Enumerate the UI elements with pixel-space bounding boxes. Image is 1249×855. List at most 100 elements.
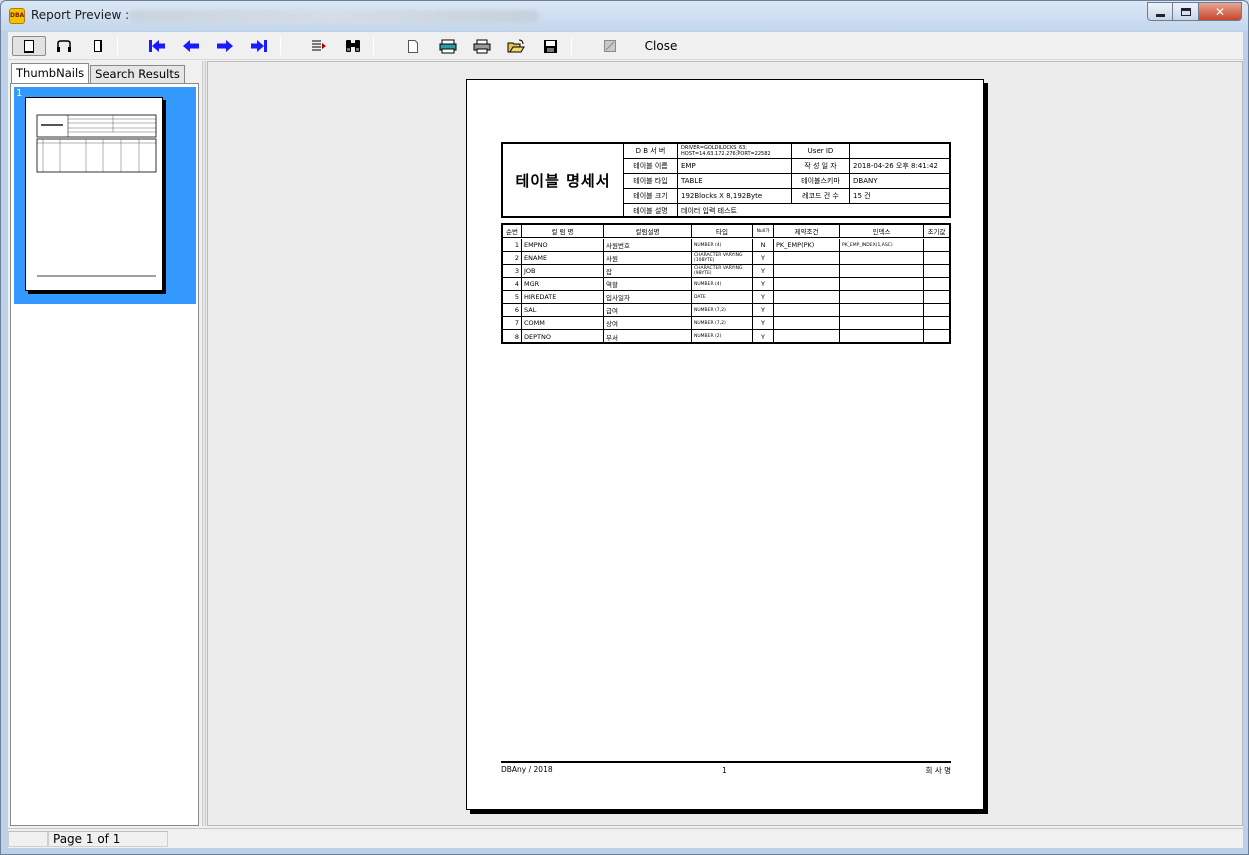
new-page-button[interactable] xyxy=(401,36,425,56)
table-cell-constraint xyxy=(774,291,840,303)
table-header-row: 순번 컬 럼 명 컬럼설명 타입 Null가 제약조건 인덱스 초기값 xyxy=(503,225,949,238)
two-page-button[interactable] xyxy=(52,36,76,56)
page-width-icon xyxy=(94,40,102,52)
header-value: 15 건 xyxy=(853,192,871,200)
single-page-button[interactable] xyxy=(12,36,46,56)
page-setup-button[interactable] xyxy=(436,36,460,56)
report-page: 테이블 명세서 D B 서 버 DRIVER=GOLDILOCKS_63; HO… xyxy=(466,79,984,810)
table-cell-type: CHARACTER VARYING (9BYTE) xyxy=(692,265,753,277)
tab-search-results[interactable]: Search Results xyxy=(90,65,185,83)
table-row: 3 JOB 잡 CHARACTER VARYING (9BYTE) Y xyxy=(503,265,949,278)
thumbnail-panel: ThumbNails Search Results 1 xyxy=(8,61,201,826)
previous-page-icon xyxy=(183,40,199,52)
report-header-table: 테이블 명세서 D B 서 버 DRIVER=GOLDILOCKS_63; HO… xyxy=(501,142,951,218)
table-cell-no: 4 xyxy=(503,278,522,290)
window-controls: ✕ xyxy=(1147,2,1242,21)
table-cell-default xyxy=(924,291,949,303)
panel-splitter[interactable] xyxy=(202,61,206,826)
table-cell-index xyxy=(840,252,924,264)
table-cell-desc: 역할 xyxy=(604,278,692,290)
print-icon xyxy=(473,39,491,53)
table-cell-index xyxy=(840,317,924,329)
minimize-button[interactable] xyxy=(1147,2,1173,21)
disabled-icon xyxy=(604,40,616,52)
find-icon xyxy=(346,40,360,52)
table-cell-no: 6 xyxy=(503,304,522,316)
table-cell-no: 7 xyxy=(503,317,522,329)
thumbnail-list[interactable]: 1 xyxy=(10,83,199,826)
find-button[interactable] xyxy=(341,36,365,56)
table-cell-type: NUMBER (7,2) xyxy=(692,317,753,329)
table-row: 1 EMPNO 사원번호 NUMBER (4) N PK_EMP(PK) PK_EMP_IN… xyxy=(503,239,949,252)
header-value: 2018-04-26 오후 8:41:42 xyxy=(853,162,938,170)
go-to-page-button[interactable] xyxy=(307,36,331,56)
table-cell-name: ENAME xyxy=(522,252,604,264)
preview-area[interactable]: 테이블 명세서 D B 서 버 DRIVER=GOLDILOCKS_63; HO… xyxy=(207,61,1243,826)
title-bar[interactable]: DBA Report Preview : ✕ xyxy=(1,1,1248,31)
table-cell-null: Y xyxy=(753,265,774,277)
table-cell-default xyxy=(924,252,949,264)
table-cell-null: Y xyxy=(753,330,774,343)
table-cell-name: SAL xyxy=(522,304,604,316)
footer-rule xyxy=(501,761,951,763)
table-cell-desc: 입사일자 xyxy=(604,291,692,303)
thumbnail-item[interactable]: 1 xyxy=(14,87,196,304)
table-cell-null: Y xyxy=(753,317,774,329)
header-label: 테이블 이름 xyxy=(624,159,678,173)
table-cell-default xyxy=(924,317,949,329)
first-page-button[interactable] xyxy=(145,36,169,56)
disabled-button[interactable] xyxy=(598,36,622,56)
tab-thumbnails[interactable]: ThumbNails xyxy=(11,63,90,83)
table-cell-desc: 부서 xyxy=(604,330,692,343)
table-cell-no: 1 xyxy=(503,239,522,251)
toolbar-separator xyxy=(280,37,281,55)
thumbnail-page-number: 1 xyxy=(16,88,23,99)
page-setup-icon xyxy=(439,39,457,53)
table-cell-name: HIREDATE xyxy=(522,291,604,303)
maximize-button[interactable] xyxy=(1173,2,1199,21)
open-icon xyxy=(507,39,525,52)
table-cell-no: 5 xyxy=(503,291,522,303)
table-row: 5 HIREDATE 입사일자 DATE Y xyxy=(503,291,949,304)
page-indicator: Page 1 of 1 xyxy=(53,832,121,846)
header-label: User ID xyxy=(792,144,850,158)
table-row: 8 DEPTNO 부서 NUMBER (2) Y xyxy=(503,330,949,343)
close-report-button[interactable]: Close xyxy=(641,36,681,56)
table-cell-index: PK_EMP_INDEX(1,ASC) xyxy=(840,239,924,251)
table-row: 6 SAL 급여 NUMBER (7,2) Y xyxy=(503,304,949,317)
table-row: 4 MGR 역할 NUMBER (4) Y xyxy=(503,278,949,291)
table-cell-name: EMPNO xyxy=(522,239,604,251)
two-page-icon xyxy=(57,40,71,52)
next-page-button[interactable] xyxy=(213,36,237,56)
save-button[interactable] xyxy=(538,36,562,56)
footer-page-number: 1 xyxy=(722,766,727,775)
window-title: Report Preview : xyxy=(31,8,130,22)
table-cell-constraint xyxy=(774,278,840,290)
open-button[interactable] xyxy=(504,36,528,56)
table-cell-default xyxy=(924,278,949,290)
footer-right: 회 사 명 xyxy=(925,766,951,775)
previous-page-button[interactable] xyxy=(179,36,203,56)
thumbnail-page-image xyxy=(25,97,163,291)
table-cell-null: N xyxy=(753,239,774,251)
table-cell-default xyxy=(924,330,949,343)
toolbar-separator xyxy=(571,37,572,55)
blank-page-icon xyxy=(408,39,418,53)
table-header-cell: 컬럼설명 xyxy=(604,225,692,237)
page-width-button[interactable] xyxy=(86,36,110,56)
close-window-button[interactable]: ✕ xyxy=(1199,2,1242,21)
header-label: 레코드 건 수 xyxy=(792,189,850,203)
close-button-label: Close xyxy=(644,39,678,53)
maximize-icon xyxy=(1180,7,1191,16)
table-cell-null: Y xyxy=(753,278,774,290)
table-cell-type: NUMBER (7,2) xyxy=(692,304,753,316)
table-cell-desc: 잡 xyxy=(604,265,692,277)
header-value: TABLE xyxy=(678,174,792,188)
table-cell-desc: 급여 xyxy=(604,304,692,316)
print-button[interactable] xyxy=(470,36,494,56)
table-cell-desc: 사원 xyxy=(604,252,692,264)
blurred-title-detail xyxy=(129,10,539,23)
table-header-cell: 타입 xyxy=(692,225,753,237)
last-page-button[interactable] xyxy=(247,36,271,56)
table-cell-no: 3 xyxy=(503,265,522,277)
